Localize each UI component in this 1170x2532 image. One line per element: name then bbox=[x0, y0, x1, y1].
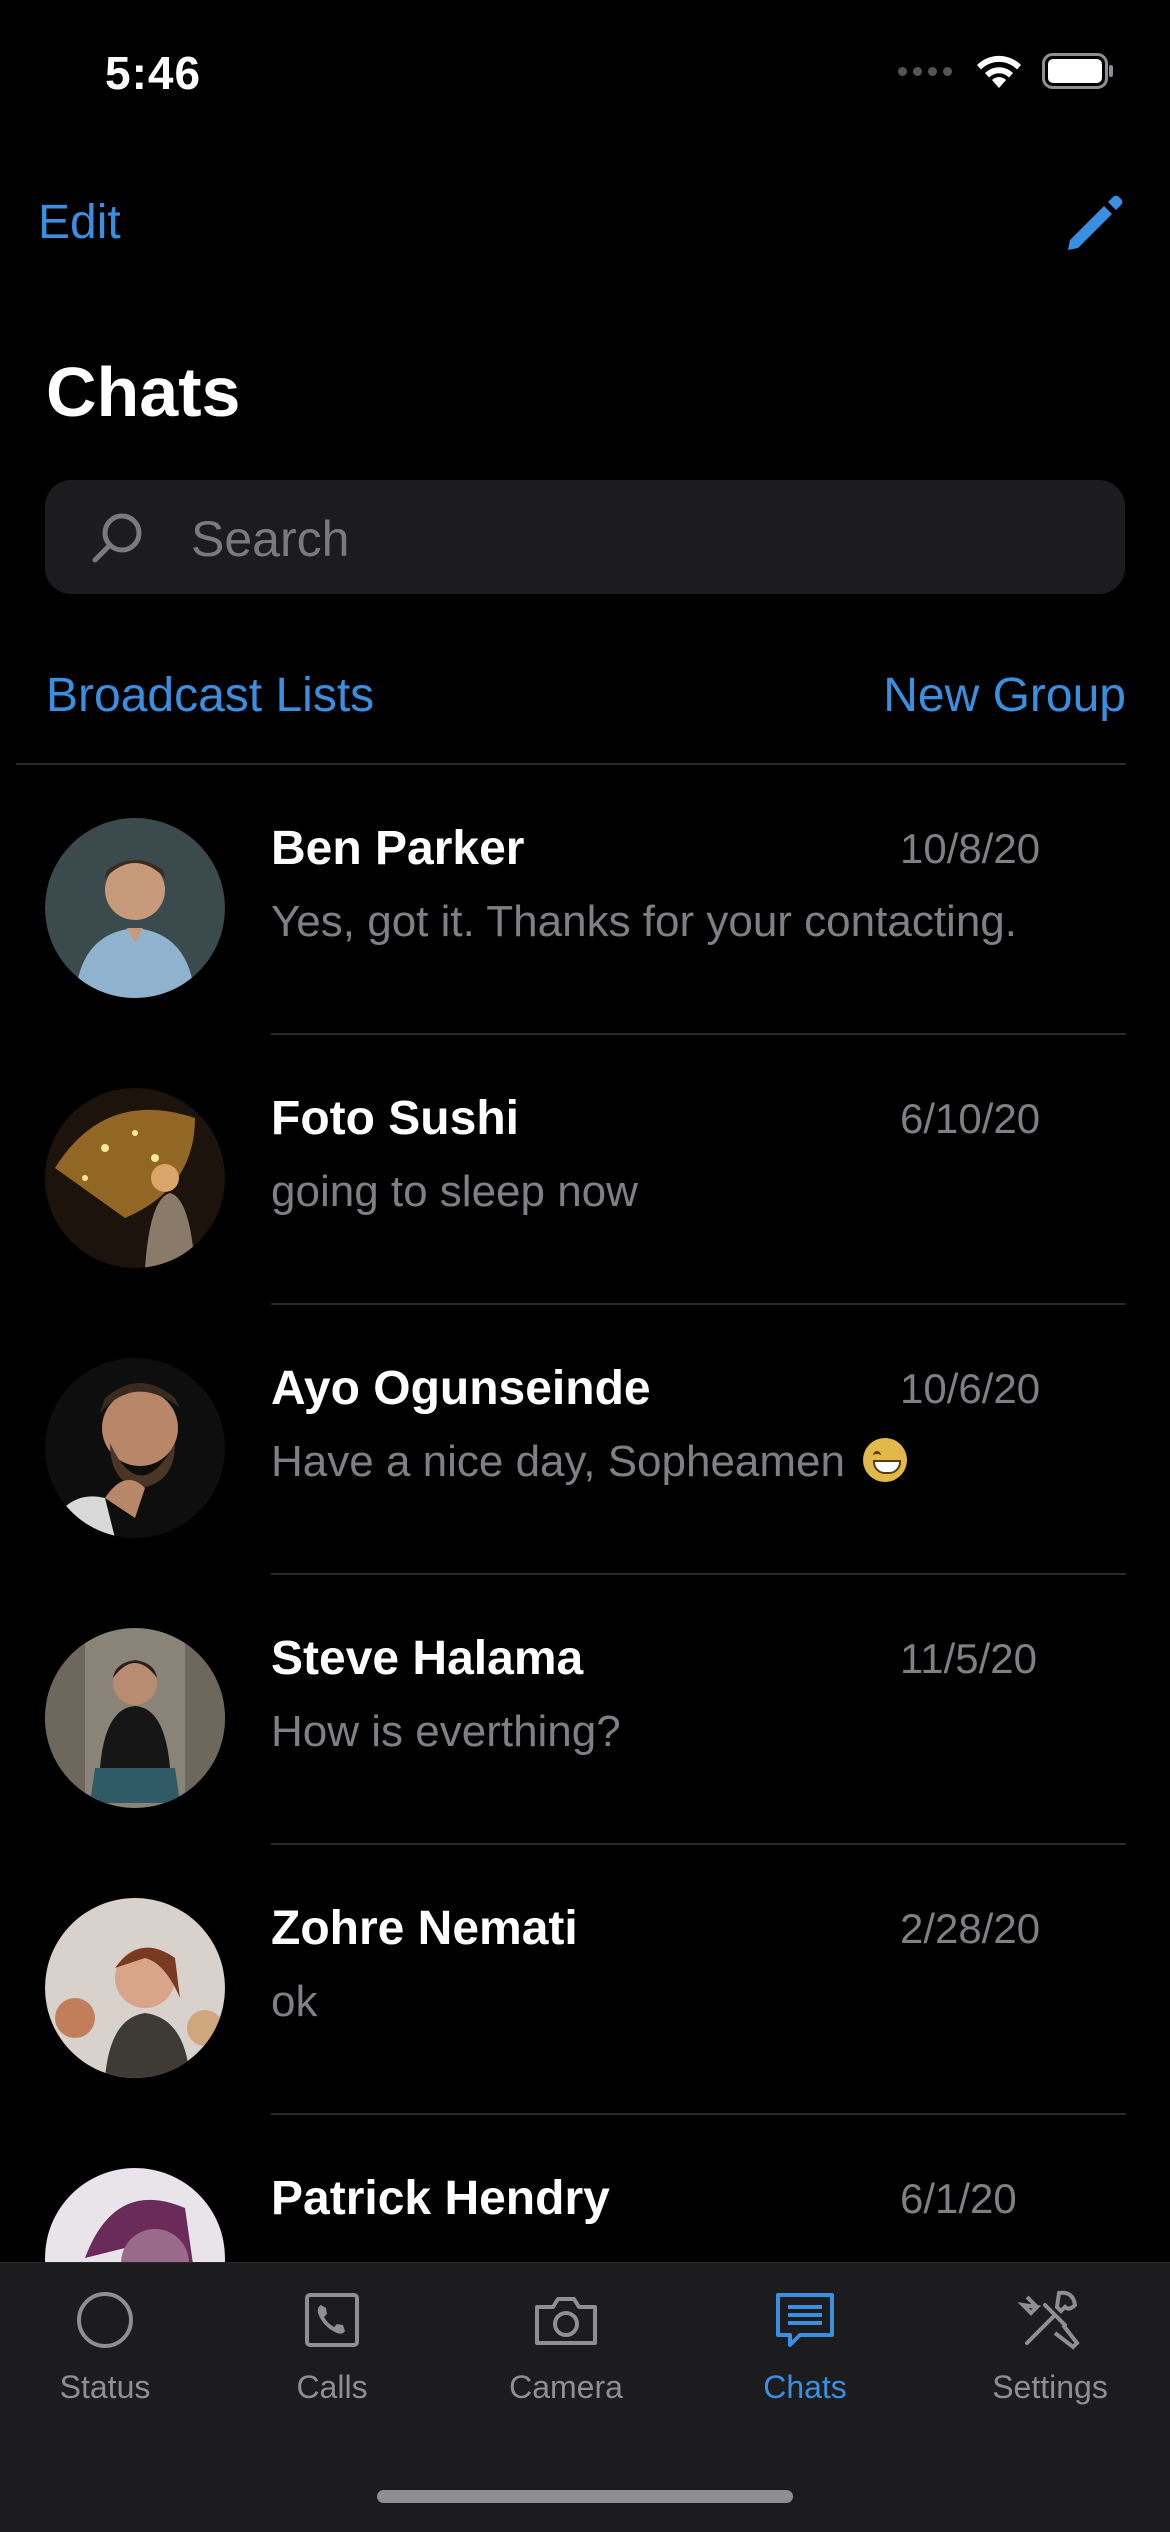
chat-row-ben-parker[interactable]: Ben Parker 10/8/20 Yes, got it. Thanks f… bbox=[0, 765, 1170, 1035]
chat-name: Steve Halama bbox=[271, 1632, 584, 1685]
chat-date: 11/5/20 bbox=[900, 1635, 1038, 1682]
status-time: 5:46 bbox=[105, 47, 202, 99]
tab-label: Calls bbox=[296, 2369, 368, 2405]
grinning-emoji-icon bbox=[863, 1438, 908, 1482]
chat-name: Ayo Ogunseinde bbox=[271, 1362, 651, 1415]
chat-row-foto-sushi[interactable]: Foto Sushi 6/10/20 going to sleep now bbox=[0, 1035, 1170, 1305]
chat-row-zohre-nemati[interactable]: Zohre Nemati 2/28/20 ok bbox=[0, 1845, 1170, 2115]
chats-icon bbox=[776, 2293, 834, 2347]
chat-name: Zohre Nemati bbox=[271, 1902, 578, 1955]
chat-date: 10/8/20 bbox=[900, 825, 1041, 872]
chat-preview: Have a nice day, Sopheamen bbox=[271, 1437, 908, 1487]
chat-preview: Yes, got it. Thanks for your contacting. bbox=[271, 897, 1017, 946]
tab-status[interactable]: Status bbox=[5, 2285, 205, 2425]
tab-label: Status bbox=[59, 2369, 151, 2405]
tab-label: Settings bbox=[992, 2369, 1108, 2405]
camera-icon bbox=[535, 2297, 597, 2345]
status-indicators bbox=[898, 52, 1114, 90]
cellular-signal-icon bbox=[898, 66, 952, 76]
home-indicator[interactable] bbox=[377, 2490, 793, 2503]
tab-camera[interactable]: Camera bbox=[466, 2285, 666, 2425]
chat-preview: going to sleep now bbox=[271, 1167, 638, 1216]
status-bar: 5:46 bbox=[0, 0, 1170, 150]
tab-chats[interactable]: Chats bbox=[705, 2285, 905, 2425]
settings-icon bbox=[1017, 2290, 1080, 2350]
wifi-icon bbox=[974, 52, 1024, 90]
avatar bbox=[45, 818, 225, 998]
chat-name: Ben Parker bbox=[271, 822, 525, 875]
avatar bbox=[45, 1628, 225, 1808]
chat-row-patrick-hendry[interactable]: Patrick Hendry 6/1/20 bbox=[0, 2115, 1170, 2262]
compose-icon[interactable] bbox=[1058, 190, 1128, 260]
search-icon bbox=[87, 508, 147, 568]
avatar bbox=[45, 1358, 225, 1538]
search-placeholder: Search bbox=[191, 511, 350, 567]
tab-settings[interactable]: Settings bbox=[950, 2285, 1150, 2425]
chat-name: Patrick Hendry bbox=[271, 2172, 610, 2225]
chat-date: 2/28/20 bbox=[900, 1905, 1041, 1952]
search-input[interactable]: Search bbox=[45, 480, 1125, 594]
chat-preview: How is everthing? bbox=[271, 1707, 621, 1756]
avatar bbox=[45, 2168, 225, 2262]
new-group-link[interactable]: New Group bbox=[883, 668, 1126, 723]
chat-date: 6/10/20 bbox=[900, 1095, 1041, 1142]
edit-button[interactable]: Edit bbox=[38, 195, 121, 250]
avatar bbox=[45, 1898, 225, 2078]
broadcast-lists-link[interactable]: Broadcast Lists bbox=[46, 668, 374, 723]
chat-row-ayo-ogunseinde[interactable]: Ayo Ogunseinde 10/6/20 Have a nice day, … bbox=[0, 1305, 1170, 1575]
chat-list[interactable]: Ben Parker 10/8/20 Yes, got it. Thanks f… bbox=[0, 765, 1170, 2262]
battery-icon bbox=[1042, 53, 1114, 89]
tab-label: Camera bbox=[509, 2369, 623, 2405]
list-actions: Broadcast Lists New Group bbox=[46, 668, 1126, 728]
chat-preview: ok bbox=[271, 1977, 318, 2026]
tab-calls[interactable]: Calls bbox=[232, 2285, 432, 2425]
avatar bbox=[45, 1088, 225, 1268]
chat-date: 6/1/20 bbox=[900, 2175, 1017, 2222]
chat-row-steve-halama[interactable]: Steve Halama 11/5/20 How is everthing? bbox=[0, 1575, 1170, 1845]
chat-date: 10/6/20 bbox=[900, 1365, 1041, 1412]
chat-name: Foto Sushi bbox=[271, 1092, 519, 1145]
status-icon bbox=[77, 2292, 133, 2348]
calls-icon bbox=[305, 2293, 359, 2347]
tab-label: Chats bbox=[763, 2369, 847, 2405]
page-title: Chats bbox=[46, 353, 241, 431]
